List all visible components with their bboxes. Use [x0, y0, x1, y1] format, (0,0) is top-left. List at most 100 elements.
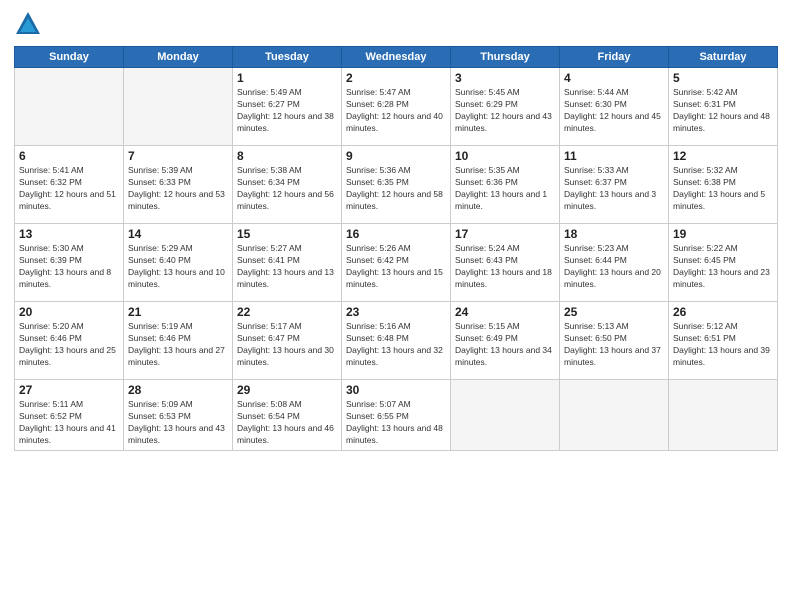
day-number: 22 [237, 305, 337, 319]
day-number: 3 [455, 71, 555, 85]
day-number: 24 [455, 305, 555, 319]
day-number: 29 [237, 383, 337, 397]
day-info: Sunrise: 5:38 AM Sunset: 6:34 PM Dayligh… [237, 165, 337, 213]
day-info: Sunrise: 5:17 AM Sunset: 6:47 PM Dayligh… [237, 321, 337, 369]
day-info: Sunrise: 5:39 AM Sunset: 6:33 PM Dayligh… [128, 165, 228, 213]
day-info: Sunrise: 5:49 AM Sunset: 6:27 PM Dayligh… [237, 87, 337, 135]
calendar-cell: 21 Sunrise: 5:19 AM Sunset: 6:46 PM Dayli… [124, 302, 233, 380]
weekday-header: Tuesday [233, 47, 342, 68]
day-number: 13 [19, 227, 119, 241]
calendar-cell [15, 68, 124, 146]
calendar-cell: 20 Sunrise: 5:20 AM Sunset: 6:46 PM Dayli… [15, 302, 124, 380]
day-number: 27 [19, 383, 119, 397]
day-number: 5 [673, 71, 773, 85]
calendar-cell: 2Sunrise: 5:47 AM Sunset: 6:28 PM Daylig… [342, 68, 451, 146]
day-info: Sunrise: 5:09 AM Sunset: 6:53 PM Dayligh… [128, 399, 228, 447]
day-number: 2 [346, 71, 446, 85]
calendar-cell [560, 380, 669, 451]
day-info: Sunrise: 5:35 AM Sunset: 6:36 PM Dayligh… [455, 165, 555, 213]
day-info: Sunrise: 5:13 AM Sunset: 6:50 PM Dayligh… [564, 321, 664, 369]
calendar-cell: 30 Sunrise: 5:07 AM Sunset: 6:55 PM Dayli… [342, 380, 451, 451]
calendar-cell: 13 Sunrise: 5:30 AM Sunset: 6:39 PM Dayli… [15, 224, 124, 302]
day-info: Sunrise: 5:45 AM Sunset: 6:29 PM Dayligh… [455, 87, 555, 135]
logo [14, 10, 44, 38]
day-info: Sunrise: 5:29 AM Sunset: 6:40 PM Dayligh… [128, 243, 228, 291]
calendar-cell: 15 Sunrise: 5:27 AM Sunset: 6:41 PM Dayli… [233, 224, 342, 302]
calendar-cell: 17Sunrise: 5:24 AM Sunset: 6:43 PM Dayli… [451, 224, 560, 302]
day-number: 19 [673, 227, 773, 241]
calendar-cell: 1 Sunrise: 5:49 AM Sunset: 6:27 PM Daylig… [233, 68, 342, 146]
day-number: 9 [346, 149, 446, 163]
calendar-week-row: 20 Sunrise: 5:20 AM Sunset: 6:46 PM Dayli… [15, 302, 778, 380]
calendar-cell: 6 Sunrise: 5:41 AM Sunset: 6:32 PM Daylig… [15, 146, 124, 224]
day-number: 6 [19, 149, 119, 163]
day-info: Sunrise: 5:11 AM Sunset: 6:52 PM Dayligh… [19, 399, 119, 447]
day-number: 28 [128, 383, 228, 397]
calendar-cell: 7 Sunrise: 5:39 AM Sunset: 6:33 PM Daylig… [124, 146, 233, 224]
weekday-header: Monday [124, 47, 233, 68]
calendar-table: SundayMondayTuesdayWednesdayThursdayFrid… [14, 46, 778, 451]
day-number: 18 [564, 227, 664, 241]
calendar-cell: 18 Sunrise: 5:23 AM Sunset: 6:44 PM Dayli… [560, 224, 669, 302]
calendar-cell: 19Sunrise: 5:22 AM Sunset: 6:45 PM Dayli… [669, 224, 778, 302]
logo-icon [14, 10, 42, 38]
weekday-header: Saturday [669, 47, 778, 68]
header [14, 10, 778, 38]
day-info: Sunrise: 5:07 AM Sunset: 6:55 PM Dayligh… [346, 399, 446, 447]
calendar-cell: 26 Sunrise: 5:12 AM Sunset: 6:51 PM Dayli… [669, 302, 778, 380]
day-info: Sunrise: 5:30 AM Sunset: 6:39 PM Dayligh… [19, 243, 119, 291]
calendar-cell: 29Sunrise: 5:08 AM Sunset: 6:54 PM Dayli… [233, 380, 342, 451]
day-info: Sunrise: 5:36 AM Sunset: 6:35 PM Dayligh… [346, 165, 446, 213]
weekday-header-row: SundayMondayTuesdayWednesdayThursdayFrid… [15, 47, 778, 68]
calendar-cell: 24 Sunrise: 5:15 AM Sunset: 6:49 PM Dayli… [451, 302, 560, 380]
day-info: Sunrise: 5:12 AM Sunset: 6:51 PM Dayligh… [673, 321, 773, 369]
day-info: Sunrise: 5:16 AM Sunset: 6:48 PM Dayligh… [346, 321, 446, 369]
day-info: Sunrise: 5:23 AM Sunset: 6:44 PM Dayligh… [564, 243, 664, 291]
weekday-header: Sunday [15, 47, 124, 68]
day-number: 16 [346, 227, 446, 241]
day-info: Sunrise: 5:41 AM Sunset: 6:32 PM Dayligh… [19, 165, 119, 213]
calendar-cell: 16Sunrise: 5:26 AM Sunset: 6:42 PM Dayli… [342, 224, 451, 302]
calendar-week-row: 27 Sunrise: 5:11 AM Sunset: 6:52 PM Dayli… [15, 380, 778, 451]
day-number: 12 [673, 149, 773, 163]
calendar-cell: 10 Sunrise: 5:35 AM Sunset: 6:36 PM Dayli… [451, 146, 560, 224]
calendar-week-row: 6 Sunrise: 5:41 AM Sunset: 6:32 PM Daylig… [15, 146, 778, 224]
weekday-header: Friday [560, 47, 669, 68]
calendar-cell [669, 380, 778, 451]
day-number: 7 [128, 149, 228, 163]
weekday-header: Wednesday [342, 47, 451, 68]
calendar-cell: 28 Sunrise: 5:09 AM Sunset: 6:53 PM Dayli… [124, 380, 233, 451]
calendar-cell: 4Sunrise: 5:44 AM Sunset: 6:30 PM Daylig… [560, 68, 669, 146]
day-number: 1 [237, 71, 337, 85]
day-info: Sunrise: 5:15 AM Sunset: 6:49 PM Dayligh… [455, 321, 555, 369]
day-number: 26 [673, 305, 773, 319]
calendar-cell: 12 Sunrise: 5:32 AM Sunset: 6:38 PM Dayli… [669, 146, 778, 224]
day-number: 8 [237, 149, 337, 163]
calendar-cell: 11 Sunrise: 5:33 AM Sunset: 6:37 PM Dayli… [560, 146, 669, 224]
day-number: 14 [128, 227, 228, 241]
day-number: 23 [346, 305, 446, 319]
weekday-header: Thursday [451, 47, 560, 68]
day-info: Sunrise: 5:42 AM Sunset: 6:31 PM Dayligh… [673, 87, 773, 135]
calendar-cell: 23 Sunrise: 5:16 AM Sunset: 6:48 PM Dayli… [342, 302, 451, 380]
day-info: Sunrise: 5:44 AM Sunset: 6:30 PM Dayligh… [564, 87, 664, 135]
day-info: Sunrise: 5:32 AM Sunset: 6:38 PM Dayligh… [673, 165, 773, 213]
day-info: Sunrise: 5:19 AM Sunset: 6:46 PM Dayligh… [128, 321, 228, 369]
calendar-cell: 3 Sunrise: 5:45 AM Sunset: 6:29 PM Daylig… [451, 68, 560, 146]
calendar-page: SundayMondayTuesdayWednesdayThursdayFrid… [0, 0, 792, 612]
calendar-cell: 14 Sunrise: 5:29 AM Sunset: 6:40 PM Dayli… [124, 224, 233, 302]
day-info: Sunrise: 5:27 AM Sunset: 6:41 PM Dayligh… [237, 243, 337, 291]
calendar-week-row: 1 Sunrise: 5:49 AM Sunset: 6:27 PM Daylig… [15, 68, 778, 146]
day-info: Sunrise: 5:33 AM Sunset: 6:37 PM Dayligh… [564, 165, 664, 213]
day-number: 20 [19, 305, 119, 319]
day-number: 30 [346, 383, 446, 397]
calendar-cell: 25 Sunrise: 5:13 AM Sunset: 6:50 PM Dayli… [560, 302, 669, 380]
calendar-cell: 9 Sunrise: 5:36 AM Sunset: 6:35 PM Daylig… [342, 146, 451, 224]
day-number: 21 [128, 305, 228, 319]
day-number: 15 [237, 227, 337, 241]
day-info: Sunrise: 5:20 AM Sunset: 6:46 PM Dayligh… [19, 321, 119, 369]
day-number: 10 [455, 149, 555, 163]
day-number: 11 [564, 149, 664, 163]
calendar-cell: 22 Sunrise: 5:17 AM Sunset: 6:47 PM Dayli… [233, 302, 342, 380]
day-number: 25 [564, 305, 664, 319]
